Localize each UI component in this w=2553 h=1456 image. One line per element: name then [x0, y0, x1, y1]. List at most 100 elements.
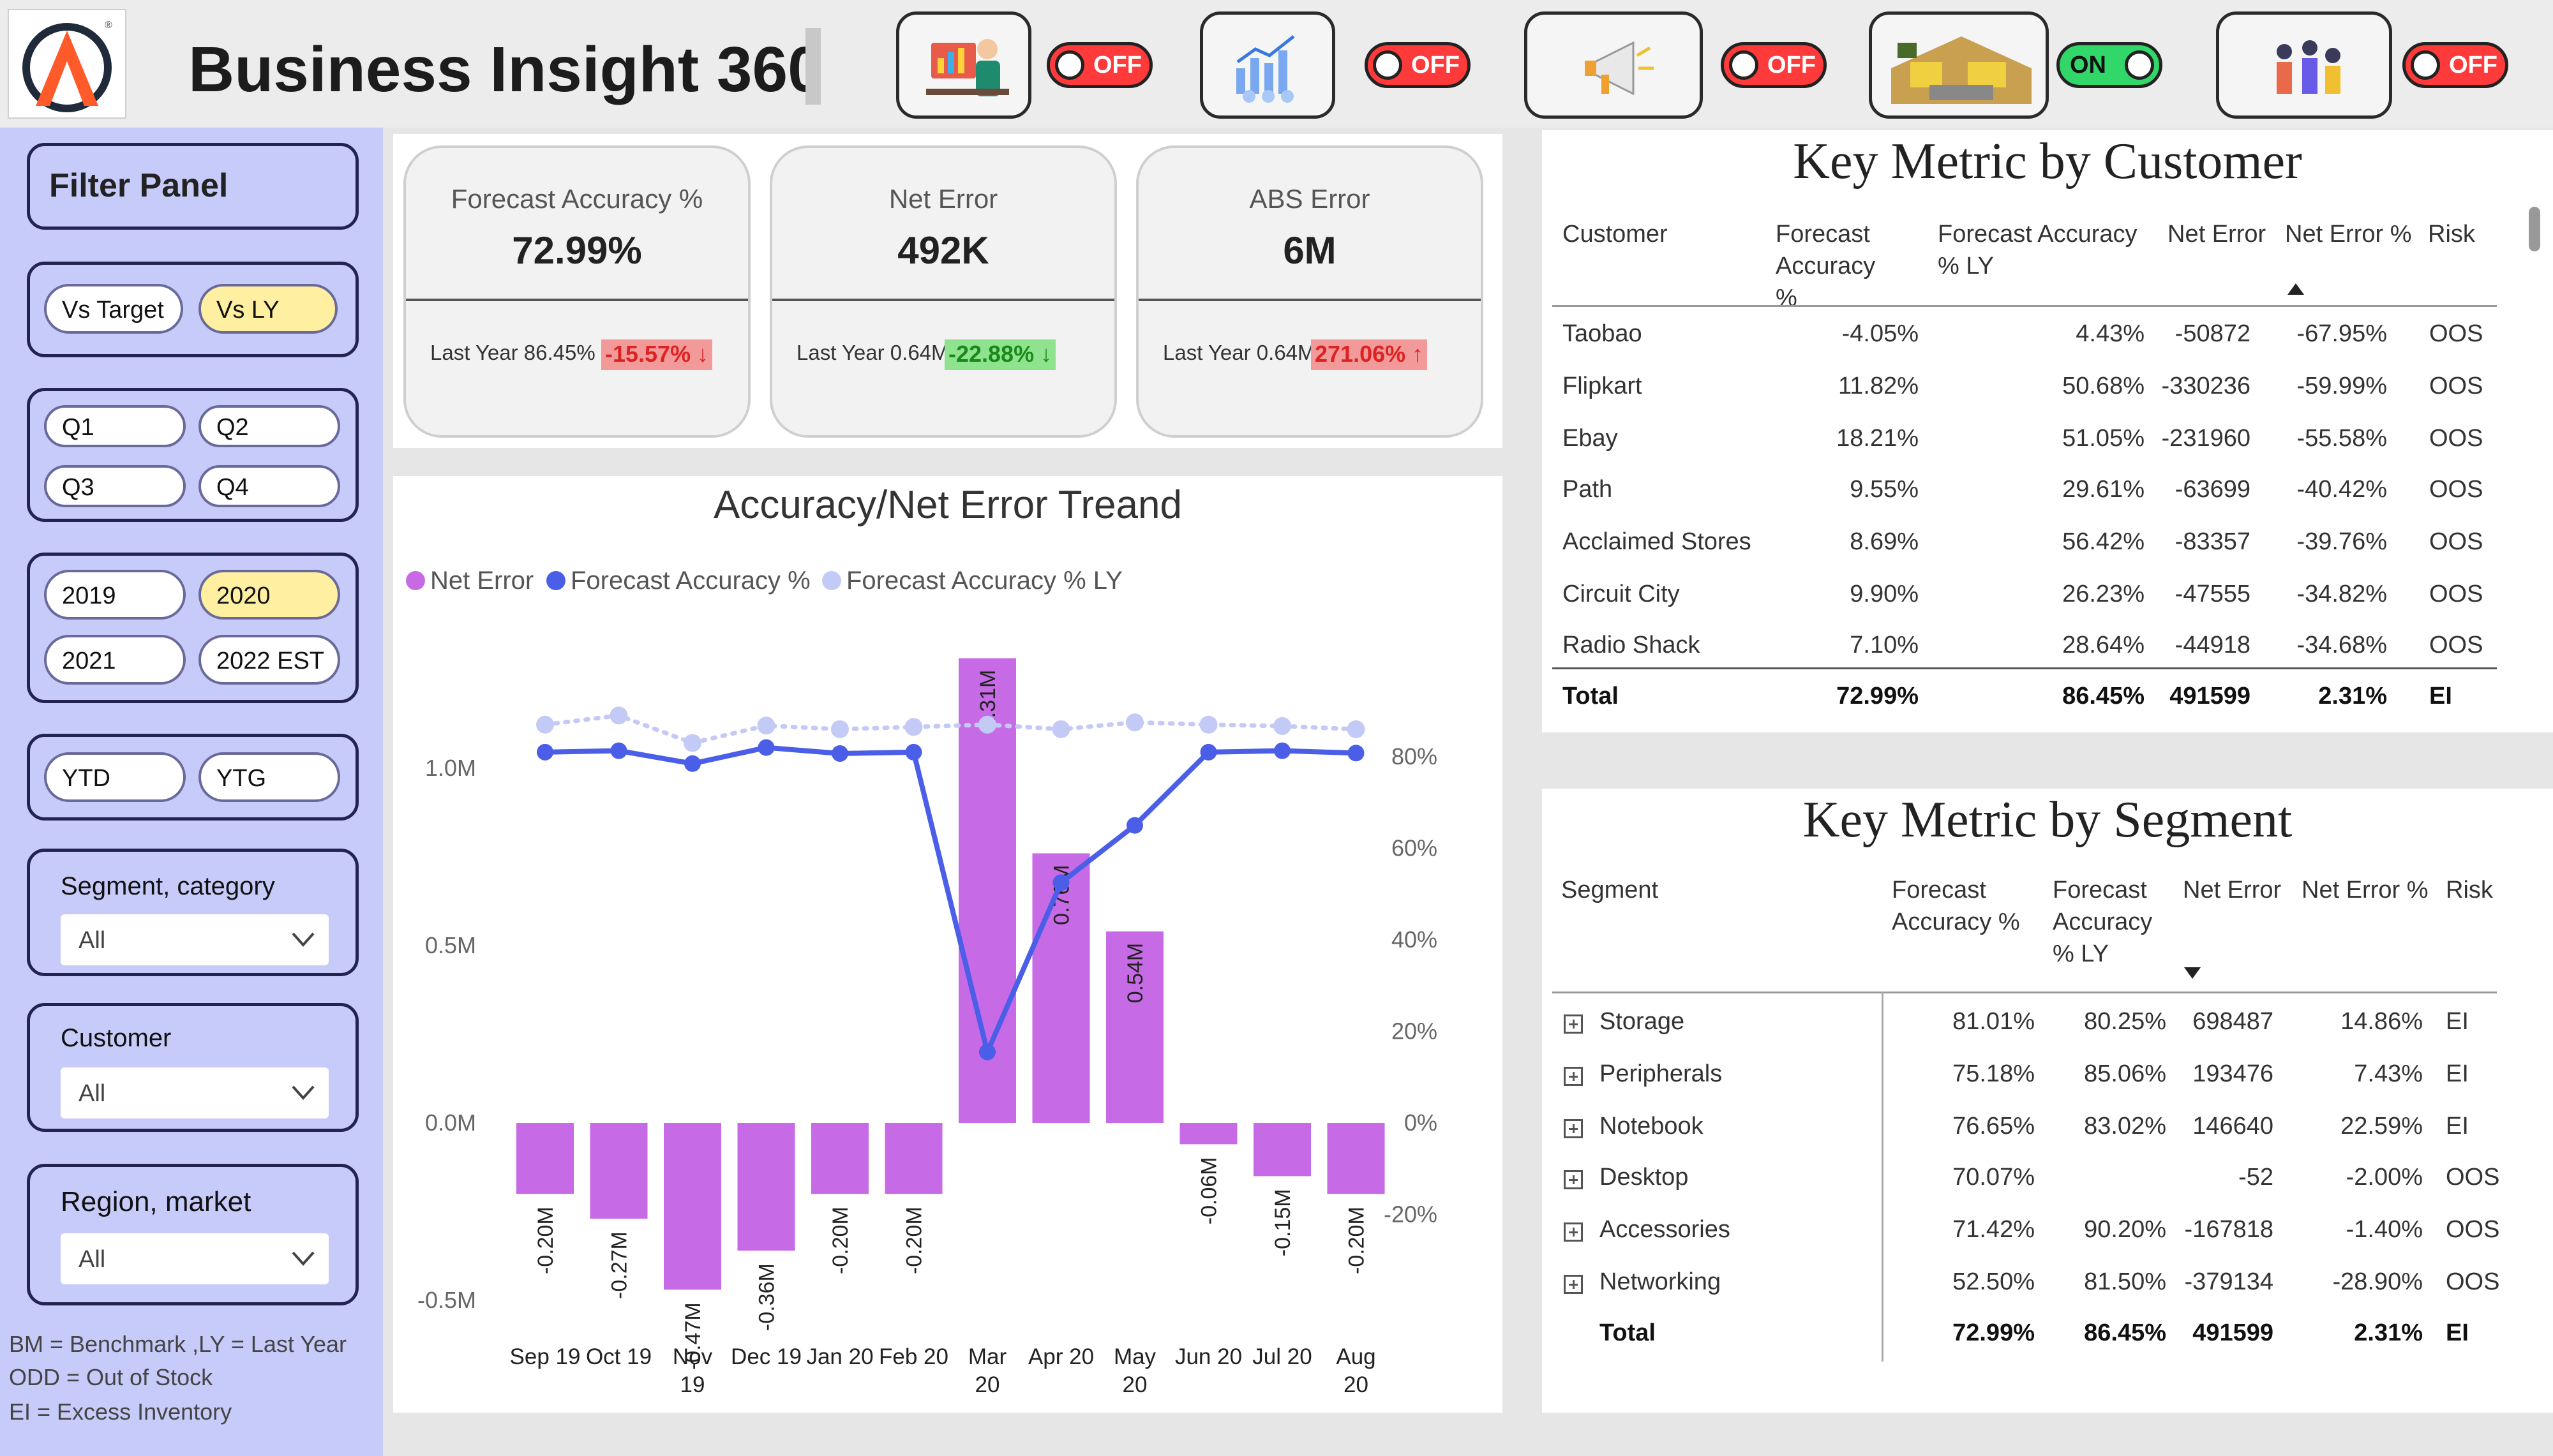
kpi-change-value: 271.06%: [1315, 341, 1406, 367]
finance-analyst-icon: [926, 39, 1009, 96]
kpi-value: 6M: [1283, 229, 1336, 272]
legend-forecast-accuracy[interactable]: Forecast Accuracy %: [546, 567, 811, 595]
net-error-bar: [516, 1123, 574, 1194]
kpi-last-year: Last Year 0.64M: [1163, 341, 1315, 364]
table-cell-name: Desktop: [1599, 1164, 1689, 1191]
quarter-q4-button[interactable]: Q4: [198, 465, 340, 507]
executive-view-button[interactable]: [2216, 11, 2392, 119]
table-cell: OOS: [2429, 632, 2483, 658]
sort-ascending-icon[interactable]: [2286, 282, 2305, 296]
finance-view-button[interactable]: [896, 11, 1031, 119]
segment-dropdown[interactable]: All: [61, 914, 329, 965]
chevron-down-icon: [292, 932, 315, 947]
legend-swatch: [822, 571, 841, 590]
expand-row-icon[interactable]: [1564, 1014, 1583, 1034]
company-logo[interactable]: ®: [8, 9, 126, 119]
expand-row-icon[interactable]: [1564, 1119, 1583, 1138]
vs-ly-button[interactable]: Vs LY: [198, 284, 338, 334]
table-cell: OOS: [2446, 1164, 2500, 1191]
sort-descending-icon[interactable]: [2183, 966, 2202, 980]
legend-net-error[interactable]: Net Error: [406, 567, 534, 595]
legend-forecast-accuracy-ly[interactable]: Forecast Accuracy % LY: [822, 567, 1123, 595]
net-error-bar: [590, 1123, 648, 1219]
sales-growth-icon: [1236, 35, 1295, 103]
kpi-card-forecast-accuracy[interactable]: Forecast Accuracy % 72.99% Last Year 86.…: [403, 145, 751, 438]
forecast-accuracy-ly-point: [1273, 717, 1291, 735]
expand-row-icon[interactable]: [1564, 1275, 1583, 1294]
year-2019-button[interactable]: 2019: [44, 570, 186, 620]
trend-chart[interactable]: -0.5M 0.0M 0.5M 1.0M -20% 0% 20% 40% 60% 80% -0.20…: [393, 476, 1502, 1413]
table-cell-name: Total: [1599, 1319, 1656, 1346]
forecast-accuracy-point: [1127, 817, 1143, 834]
quarter-q1-button[interactable]: Q1: [44, 405, 186, 447]
kpi-last-year: Last Year 86.45%: [430, 341, 595, 364]
column-header[interactable]: Net Error: [2183, 874, 2281, 906]
forecast-accuracy-ly-point: [684, 734, 701, 752]
marketing-view-toggle[interactable]: OFF: [1721, 42, 1827, 88]
year-2021-button[interactable]: 2021: [44, 635, 186, 685]
column-header[interactable]: Net Error: [2167, 218, 2266, 250]
column-header[interactable]: Forecast Accuracy % LY: [1938, 218, 2142, 282]
column-header[interactable]: Forecast Accuracy % LY: [2053, 874, 2167, 970]
table-total-divider: [1552, 667, 2497, 669]
segment-metric-table: Key Metric by Segment Segment Forecast A…: [1542, 789, 2553, 1413]
table-cell: 81.01%: [1952, 1008, 2035, 1035]
column-header[interactable]: Customer: [1562, 218, 1668, 250]
table-cell: 11.82%: [1838, 373, 1919, 399]
expand-row-icon[interactable]: [1564, 1170, 1583, 1189]
table-cell: -1.40%: [2346, 1216, 2423, 1243]
marketing-view-button[interactable]: [1524, 11, 1703, 119]
ytd-button[interactable]: YTD: [44, 752, 186, 802]
table-cell: OOS: [2446, 1268, 2500, 1295]
column-header[interactable]: Net Error %: [2285, 218, 2411, 250]
y-axis-right-tick: 0%: [1404, 1110, 1437, 1136]
column-header[interactable]: Risk: [2428, 218, 2475, 250]
x-axis-tick: Sep 19: [510, 1344, 581, 1369]
segment-table-title: Key Metric by Segment: [1802, 792, 2293, 848]
column-header[interactable]: Forecast Accuracy %: [1892, 874, 2026, 938]
table-cell: 56.42%: [2062, 528, 2145, 555]
year-2022-est-button[interactable]: 2022 EST: [198, 635, 340, 685]
filter-panel-title: Filter Panel: [49, 167, 228, 204]
expand-row-icon[interactable]: [1564, 1222, 1583, 1242]
column-header[interactable]: Net Error %: [2302, 874, 2428, 906]
supply-chain-view-toggle[interactable]: ON: [2056, 42, 2162, 88]
table-cell: 50.68%: [2062, 373, 2145, 399]
region-dropdown[interactable]: All: [61, 1233, 329, 1284]
net-error-bar: [1254, 1123, 1311, 1177]
column-header[interactable]: Risk: [2446, 874, 2493, 906]
table-cell: EI: [2446, 1319, 2469, 1346]
table-cell: 7.43%: [2354, 1060, 2423, 1087]
table-cell: 2.31%: [2318, 683, 2387, 709]
column-header[interactable]: Forecast Accuracy %: [1776, 218, 1903, 314]
table-scrollbar[interactable]: [2529, 207, 2540, 251]
kpi-change-badge: -22.88% ↓: [945, 339, 1056, 370]
table-cell: -34.68%: [2296, 632, 2387, 658]
vs-target-button[interactable]: Vs Target: [44, 284, 183, 334]
period-filter-group: YTD YTG: [27, 734, 359, 821]
expand-row-icon[interactable]: [1564, 1067, 1583, 1086]
sales-view-button[interactable]: [1200, 11, 1335, 119]
x-axis-tick: 20: [1123, 1372, 1148, 1397]
arrow-down-icon: ↓: [1040, 341, 1052, 367]
kpi-card-abs-error[interactable]: ABS Error 6M Last Year 0.64M 271.06% ↑: [1136, 145, 1483, 438]
kpi-divider: [1139, 299, 1481, 301]
arrow-up-icon: ↑: [1412, 341, 1424, 367]
quarter-q2-button[interactable]: Q2: [198, 405, 340, 447]
quarter-q3-button[interactable]: Q3: [44, 465, 186, 507]
sales-view-toggle[interactable]: OFF: [1365, 42, 1471, 88]
column-header[interactable]: Segment: [1561, 874, 1658, 906]
ytg-button[interactable]: YTG: [198, 752, 340, 802]
forecast-accuracy-point: [905, 743, 922, 761]
table-cell: -47555: [2175, 581, 2250, 607]
finance-view-toggle[interactable]: OFF: [1047, 42, 1153, 88]
supply-chain-view-button[interactable]: [1869, 11, 2049, 119]
executive-view-toggle[interactable]: OFF: [2402, 42, 2508, 88]
forecast-accuracy-point: [758, 739, 775, 756]
forecast-accuracy-ly-point: [757, 717, 775, 735]
customer-dropdown[interactable]: All: [61, 1067, 329, 1118]
table-cell: OOS: [2429, 320, 2483, 347]
chevron-down-icon: [292, 1251, 315, 1267]
kpi-card-net-error[interactable]: Net Error 492K Last Year 0.64M -22.88% ↓: [770, 145, 1117, 438]
year-2020-button[interactable]: 2020: [198, 570, 340, 620]
